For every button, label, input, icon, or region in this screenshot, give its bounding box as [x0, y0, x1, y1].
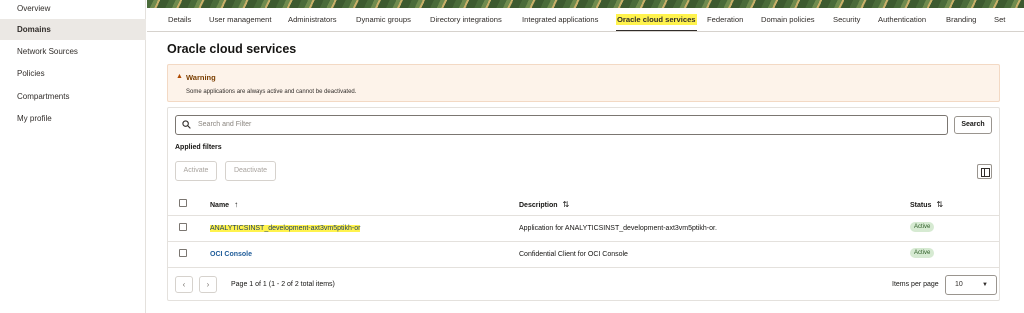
- header-banner: [147, 0, 1024, 8]
- services-panel: Search and Filter Search Applied filters…: [167, 107, 1000, 301]
- search-placeholder: Search and Filter: [198, 121, 252, 128]
- tab-label: Directory integrations: [430, 15, 502, 24]
- tab-label: Integrated applications: [522, 15, 599, 24]
- chevron-down-icon: ▼: [982, 282, 988, 288]
- status-badge: Active: [910, 248, 935, 258]
- table-header: Name ↑ Description ⇅ Status ⇅: [168, 192, 999, 216]
- left-sidebar: Overview Domains Network Sources Policie…: [0, 0, 146, 313]
- tab-label: User management: [209, 15, 272, 24]
- table-row: ANALYTICSINST_development-axt3vm5ptikh-o…: [168, 216, 999, 242]
- status-badge: Active: [910, 222, 935, 232]
- tab-directory-integrations[interactable]: Directory integrations: [430, 8, 502, 31]
- search-button[interactable]: Search: [954, 116, 992, 134]
- sort-ascending-icon[interactable]: ↑: [234, 200, 238, 209]
- tab-integrated-applications[interactable]: Integrated applications: [522, 8, 599, 31]
- column-header-name[interactable]: Name ↑: [210, 200, 238, 209]
- select-all-checkbox[interactable]: [179, 199, 187, 207]
- column-status-label: Status: [910, 202, 932, 209]
- search-icon: [182, 120, 191, 129]
- application-description: Application for ANALYTICSINST_developmen…: [519, 225, 717, 232]
- sidebar-item-network-sources[interactable]: Network Sources: [0, 41, 146, 62]
- pagination: ‹ › Page 1 of 1 (1 - 2 of 2 total items)…: [168, 274, 999, 300]
- page-title: Oracle cloud services: [167, 42, 297, 56]
- sort-icon[interactable]: ⇅: [563, 200, 570, 209]
- tab-label: Authentication: [878, 15, 927, 24]
- row-checkbox[interactable]: [179, 249, 187, 257]
- warning-title: Warning: [186, 73, 216, 82]
- warning-message: Some applications are always active and …: [186, 89, 357, 95]
- tab-authentication[interactable]: Authentication: [878, 8, 927, 31]
- tab-administrators[interactable]: Administrators: [288, 8, 337, 31]
- search-input[interactable]: Search and Filter: [175, 115, 948, 135]
- table-row: OCI Console Confidential Client for OCI …: [168, 242, 999, 268]
- applied-filters-label: Applied filters: [175, 144, 222, 151]
- sort-icon[interactable]: ⇅: [936, 200, 943, 209]
- column-description-label: Description: [519, 202, 558, 209]
- sidebar-item-policies[interactable]: Policies: [0, 63, 146, 84]
- row-checkbox[interactable]: [179, 223, 187, 231]
- sidebar-item-my-profile[interactable]: My profile: [0, 108, 146, 129]
- column-name-label: Name: [210, 202, 230, 209]
- tab-label: Domain policies: [761, 15, 815, 24]
- tab-label: Federation: [707, 15, 744, 24]
- application-name-link[interactable]: ANALYTICSINST_development-axt3vm5ptikh-o…: [210, 225, 361, 232]
- tab-federation[interactable]: Federation: [707, 8, 744, 31]
- tab-label: Branding: [946, 15, 977, 24]
- next-page-button[interactable]: ›: [199, 276, 217, 293]
- tab-label: Administrators: [288, 15, 337, 24]
- warning-banner: ▲ Warning Some applications are always a…: [167, 64, 1000, 102]
- tab-security[interactable]: Security: [833, 8, 861, 31]
- column-header-description[interactable]: Description ⇅: [519, 200, 569, 209]
- tab-branding[interactable]: Branding: [946, 8, 977, 31]
- tab-dynamic-groups[interactable]: Dynamic groups: [356, 8, 411, 31]
- application-description: Confidential Client for OCI Console: [519, 251, 628, 258]
- tab-label: Details: [168, 15, 192, 24]
- sidebar-item-compartments[interactable]: Compartments: [0, 86, 146, 107]
- sidebar-item-overview[interactable]: Overview: [0, 0, 146, 19]
- sidebar-item-domains[interactable]: Domains: [0, 19, 146, 40]
- warning-triangle-icon: ▲: [176, 73, 183, 80]
- page-info: Page 1 of 1 (1 - 2 of 2 total items): [231, 281, 335, 288]
- previous-page-button[interactable]: ‹: [175, 276, 193, 293]
- tab-oracle-cloud-services[interactable]: Oracle cloud services: [616, 8, 697, 31]
- items-per-page-value: 10: [955, 281, 963, 288]
- tab-domain-policies[interactable]: Domain policies: [761, 8, 815, 31]
- tab-label: Oracle cloud services: [616, 14, 697, 25]
- columns-icon[interactable]: [977, 164, 992, 179]
- application-name-link[interactable]: OCI Console: [210, 251, 252, 258]
- tab-label: Dynamic groups: [356, 15, 411, 24]
- column-header-status[interactable]: Status ⇅: [910, 200, 943, 209]
- domain-tabs: Details User management Administrators D…: [147, 8, 1024, 32]
- app-root: Overview Domains Network Sources Policie…: [0, 0, 1024, 313]
- activate-button[interactable]: Activate: [175, 161, 217, 181]
- tab-label: Security: [833, 15, 861, 24]
- deactivate-button[interactable]: Deactivate: [225, 161, 276, 181]
- tab-details[interactable]: Details: [168, 8, 192, 31]
- tab-label: Set: [994, 15, 1006, 24]
- items-per-page-select[interactable]: 10 ▼: [945, 275, 997, 295]
- tab-settings[interactable]: Set: [994, 8, 1006, 31]
- tab-user-management[interactable]: User management: [209, 8, 272, 31]
- items-per-page-label: Items per page: [892, 281, 939, 288]
